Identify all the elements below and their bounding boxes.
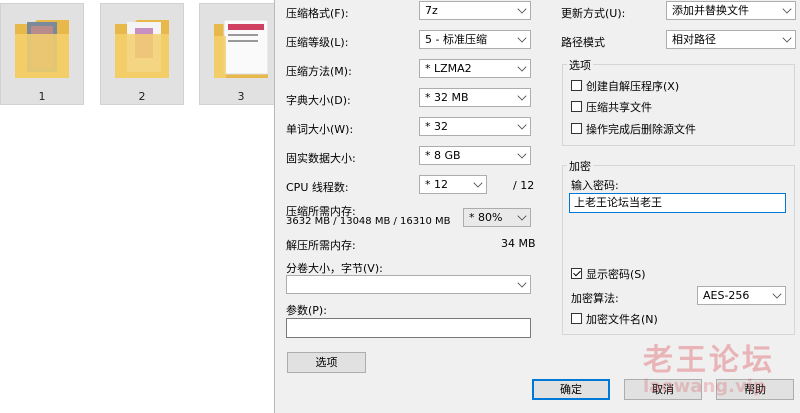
word-label: 单词大小(W): — [286, 123, 354, 136]
show-password-label[interactable]: 显示密码(S) — [586, 266, 646, 282]
chevron-down-icon — [517, 278, 527, 288]
watermark-logo: 老王论坛 — [643, 343, 775, 378]
enc-method-label: 加密算法: — [571, 292, 619, 305]
folder-thumbnail-2[interactable]: 2 — [100, 3, 184, 105]
solid-select[interactable]: * 8 GB — [419, 146, 531, 165]
chevron-down-icon — [517, 149, 527, 159]
solid-value: * 8 GB — [425, 149, 461, 162]
path-value: 相对路径 — [672, 33, 716, 46]
show-password-checkbox[interactable] — [571, 268, 582, 279]
enc-method-value: AES-256 — [703, 289, 750, 302]
cpu-value: * 12 — [425, 178, 448, 191]
dict-select[interactable]: * 32 MB — [419, 88, 531, 107]
encrypt-group-title: 加密 — [567, 158, 593, 174]
folder-icon — [214, 19, 269, 78]
decomp-value: 34 MB — [501, 237, 536, 250]
options-group-title: 选项 — [567, 57, 593, 73]
password-label: 输入密码: — [571, 179, 619, 192]
sfx-checkbox[interactable] — [571, 80, 582, 91]
thumbnail-caption: 3 — [237, 90, 245, 103]
enc-method-select[interactable]: AES-256 — [697, 286, 786, 305]
path-select[interactable]: 相对路径 — [666, 30, 796, 49]
dict-label: 字典大小(D): — [286, 94, 351, 107]
dict-value: * 32 MB — [425, 91, 469, 104]
path-label: 路径模式 — [561, 36, 605, 49]
update-label: 更新方式(U): — [561, 7, 626, 20]
encrypt-names-checkbox[interactable] — [571, 313, 582, 324]
chevron-down-icon — [517, 211, 527, 221]
delete-checkbox[interactable] — [571, 123, 582, 134]
split-label: 分卷大小，字节(V): — [286, 262, 383, 275]
folder-icon — [15, 20, 69, 78]
shared-checkbox[interactable] — [571, 101, 582, 112]
cpu-total: / 12 — [513, 179, 535, 192]
format-value: 7z — [425, 4, 438, 17]
split-select[interactable] — [286, 275, 531, 294]
mem-values: 3632 MB / 13048 MB / 16310 MB — [286, 216, 451, 227]
delete-label[interactable]: 操作完成后删除源文件 — [586, 121, 696, 137]
format-select[interactable]: 7z — [419, 1, 531, 20]
params-input[interactable] — [286, 318, 531, 338]
cpu-label: CPU 线程数: — [286, 181, 349, 194]
method-value: * LZMA2 — [425, 62, 472, 75]
folder-icon — [115, 20, 169, 78]
shared-label[interactable]: 压缩共享文件 — [586, 99, 652, 115]
mem-percent-value: * 80% — [469, 211, 503, 224]
chevron-down-icon — [517, 120, 527, 130]
folder-thumbnail-1[interactable]: 1 — [0, 3, 84, 105]
chevron-down-icon — [517, 4, 527, 14]
password-input[interactable]: 上老王论坛当老王 — [569, 193, 786, 213]
word-select[interactable]: * 32 — [419, 117, 531, 136]
folder-thumbnail-3[interactable]: 3 — [199, 3, 283, 105]
solid-label: 固实数据大小: — [286, 152, 356, 165]
thumbnail-caption: 1 — [38, 90, 46, 103]
word-value: * 32 — [425, 120, 448, 133]
encrypt-names-label[interactable]: 加密文件名(N) — [586, 311, 658, 327]
method-label: 压缩方法(M): — [286, 65, 352, 78]
chevron-down-icon — [473, 178, 483, 188]
level-label: 压缩等级(L): — [286, 36, 349, 49]
decomp-label: 解压所需内存: — [286, 239, 356, 252]
params-label: 参数(P): — [286, 304, 327, 317]
update-value: 添加并替换文件 — [672, 4, 749, 17]
method-select[interactable]: * LZMA2 — [419, 59, 531, 78]
chevron-down-icon — [517, 33, 527, 43]
level-select[interactable]: 5 - 标准压缩 — [419, 30, 531, 49]
mem-percent-select[interactable]: * 80% — [463, 208, 531, 227]
watermark-url: laowang.vip — [643, 376, 766, 397]
chevron-down-icon — [782, 33, 792, 43]
format-label: 压缩格式(F): — [286, 7, 349, 20]
ok-button[interactable]: 确定 — [532, 379, 610, 400]
chevron-down-icon — [772, 289, 782, 299]
chevron-down-icon — [517, 91, 527, 101]
chevron-down-icon — [782, 4, 792, 14]
update-select[interactable]: 添加并替换文件 — [666, 1, 796, 20]
cpu-select[interactable]: * 12 — [419, 175, 487, 194]
options-button[interactable]: 选项 — [287, 352, 366, 373]
chevron-down-icon — [517, 62, 527, 72]
level-value: 5 - 标准压缩 — [425, 33, 487, 46]
thumbnail-caption: 2 — [138, 90, 146, 103]
compression-dialog: 压缩格式(F): 7z 压缩等级(L): 5 - 标准压缩 压缩方法(M): *… — [274, 0, 800, 413]
sfx-label[interactable]: 创建自解压程序(X) — [586, 78, 679, 94]
explorer-thumbnails: 1 2 3 — [0, 0, 283, 106]
